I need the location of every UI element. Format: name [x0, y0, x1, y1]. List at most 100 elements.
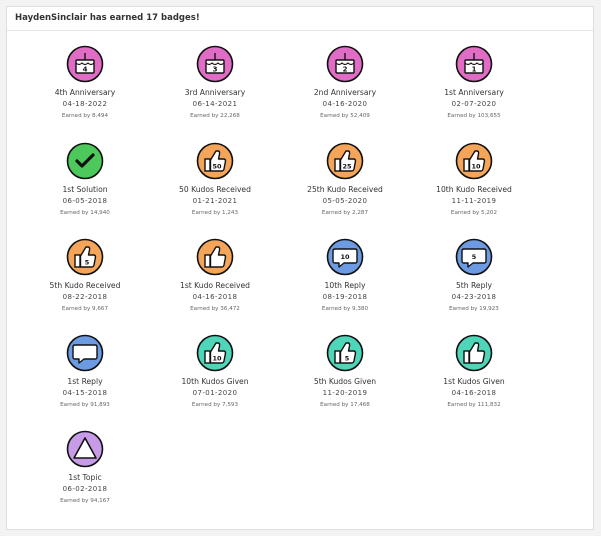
badge-earned-count: Earned by 111,832	[447, 402, 501, 408]
badge-earned-count: Earned by 1,243	[191, 210, 239, 216]
badge-item[interactable]: 5 5th Kudo Received 08-22-2018 Earned by 9…	[15, 238, 155, 328]
badge-item[interactable]: 5 5th Reply 04-23-2018 Earned by 19,923	[404, 238, 544, 328]
badge-item[interactable]: 4 4th Anniversary 04-18-2022 Earned by 8,4…	[15, 45, 155, 135]
badge-name: 4th Anniversary	[54, 88, 116, 97]
badge-date: 06-05-2018	[62, 197, 108, 205]
badge-date: 11-11-2019	[451, 197, 497, 205]
thumbs-up-icon[interactable]: 10	[455, 142, 493, 180]
badge-earned-count: Earned by 14,940	[60, 210, 110, 216]
thumbs-up-icon[interactable]: 5	[326, 334, 364, 372]
badge-item[interactable]: 1st Reply 04-15-2018 Earned by 91,893	[15, 334, 155, 424]
thumbs-up-icon[interactable]: 25	[326, 142, 364, 180]
svg-text:50: 50	[212, 163, 222, 171]
badge-item[interactable]: 3 3rd Anniversary 06-14-2021 Earned by 22,…	[145, 45, 285, 135]
badge-name: 10th Kudos Given	[181, 377, 249, 386]
svg-text:5: 5	[472, 253, 477, 261]
panel-title: HaydenSinclair has earned 17 badges!	[15, 13, 200, 23]
badge-date: 04-23-2018	[451, 293, 497, 301]
badge-date: 01-21-2021	[192, 197, 238, 205]
badge-date: 04-16-2020	[322, 100, 368, 108]
badge-name: 10th Reply	[324, 281, 366, 290]
badge-earned-count: Earned by 19,923	[449, 306, 499, 312]
badge-earned-count: Earned by 8,494	[61, 113, 109, 119]
badge-earned-count: Earned by 103,655	[447, 113, 501, 119]
thumbs-up-icon[interactable]: 50	[196, 142, 234, 180]
badge-earned-count: Earned by 36,472	[190, 306, 240, 312]
badge-date: 08-19-2018	[322, 293, 368, 301]
cake-icon[interactable]: 2	[326, 45, 364, 83]
thumbs-up-icon[interactable]	[455, 334, 493, 372]
thumbs-up-icon[interactable]: 10	[196, 334, 234, 372]
badge-grid: 4 4th Anniversary 04-18-2022 Earned by 8,4…	[7, 45, 593, 515]
badges-panel: HaydenSinclair has earned 17 badges! 4 4…	[6, 6, 594, 530]
badge-earned-count: Earned by 91,893	[60, 402, 110, 408]
panel-header: HaydenSinclair has earned 17 badges!	[7, 7, 593, 31]
badge-item[interactable]: 1st Solution 06-05-2018 Earned by 14,940	[15, 142, 155, 232]
svg-text:25: 25	[342, 163, 352, 171]
badge-item[interactable]: 2 2nd Anniversary 04-16-2020 Earned by 52,…	[275, 45, 415, 135]
svg-text:1: 1	[472, 66, 477, 74]
badge-earned-count: Earned by 2,287	[321, 210, 369, 216]
svg-text:2: 2	[343, 66, 348, 74]
svg-text:4: 4	[83, 66, 88, 74]
cake-icon[interactable]: 1	[455, 45, 493, 83]
badge-name: 1st Reply	[67, 377, 103, 386]
badge-earned-count: Earned by 94,167	[60, 498, 110, 504]
badge-earned-count: Earned by 9,667	[61, 306, 109, 312]
badge-date: 02-07-2020	[451, 100, 497, 108]
triangle-icon[interactable]	[66, 430, 104, 468]
svg-text:5: 5	[85, 259, 90, 267]
badge-date: 04-16-2018	[451, 389, 497, 397]
badge-name: 2nd Anniversary	[313, 88, 377, 97]
cake-icon[interactable]: 4	[66, 45, 104, 83]
badge-earned-count: Earned by 7,593	[191, 402, 239, 408]
badge-name: 3rd Anniversary	[184, 88, 246, 97]
cake-icon[interactable]: 3	[196, 45, 234, 83]
badge-item[interactable]: 50 50 Kudos Received 01-21-2021 Earned by …	[145, 142, 285, 232]
badge-date: 06-02-2018	[62, 485, 108, 493]
badge-date: 04-16-2018	[192, 293, 238, 301]
badge-date: 04-18-2022	[62, 100, 108, 108]
svg-text:3: 3	[213, 66, 218, 74]
badge-date: 04-15-2018	[62, 389, 108, 397]
badge-name: 5th Kudo Received	[49, 281, 121, 290]
badge-item[interactable]: 5 5th Kudos Given 11-20-2019 Earned by 17,…	[275, 334, 415, 424]
badge-item[interactable]: 1st Kudos Given 04-16-2018 Earned by 111,8…	[404, 334, 544, 424]
badge-date: 05-05-2020	[322, 197, 368, 205]
thumbs-up-icon[interactable]: 5	[66, 238, 104, 276]
badge-name: 50 Kudos Received	[179, 185, 251, 194]
svg-text:10: 10	[471, 163, 481, 171]
badge-item[interactable]: 1st Kudo Received 04-16-2018 Earned by 36,…	[145, 238, 285, 328]
badge-name: 5th Kudos Given	[313, 377, 377, 386]
svg-text:10: 10	[212, 355, 222, 363]
badge-item[interactable]: 10 10th Reply 08-19-2018 Earned by 9,380	[275, 238, 415, 328]
svg-text:10: 10	[340, 253, 350, 261]
badge-name: 1st Anniversary	[444, 88, 504, 97]
badge-name: 25th Kudo Received	[307, 185, 383, 194]
badge-date: 08-22-2018	[62, 293, 108, 301]
badge-item[interactable]: 25 25th Kudo Received 05-05-2020 Earned by…	[275, 142, 415, 232]
speech-bubble-icon[interactable]: 5	[455, 238, 493, 276]
badge-item[interactable]: 1st Topic 06-02-2018 Earned by 94,167	[15, 430, 155, 520]
badge-name: 1st Topic	[68, 473, 102, 482]
badge-name: 10th Kudo Received	[436, 185, 512, 194]
speech-bubble-icon[interactable]: 10	[326, 238, 364, 276]
badge-earned-count: Earned by 52,409	[320, 113, 370, 119]
badge-item[interactable]: 10 10th Kudo Received 11-11-2019 Earned by…	[404, 142, 544, 232]
badge-date: 07-01-2020	[192, 389, 238, 397]
badge-earned-count: Earned by 5,202	[450, 210, 498, 216]
badge-date: 06-14-2021	[192, 100, 238, 108]
badge-date: 11-20-2019	[322, 389, 368, 397]
badge-earned-count: Earned by 9,380	[321, 306, 369, 312]
badge-name: 1st Kudos Given	[443, 377, 505, 386]
speech-bubble-icon[interactable]	[66, 334, 104, 372]
badge-earned-count: Earned by 22,268	[190, 113, 240, 119]
svg-text:5: 5	[345, 355, 350, 363]
badge-name: 5th Reply	[455, 281, 493, 290]
checkmark-icon[interactable]	[66, 142, 104, 180]
badge-item[interactable]: 1 1st Anniversary 02-07-2020 Earned by 103…	[404, 45, 544, 135]
badge-name: 1st Kudo Received	[179, 281, 251, 290]
badge-earned-count: Earned by 17,468	[320, 402, 370, 408]
thumbs-up-icon[interactable]	[196, 238, 234, 276]
badge-item[interactable]: 10 10th Kudos Given 07-01-2020 Earned by 7…	[145, 334, 285, 424]
